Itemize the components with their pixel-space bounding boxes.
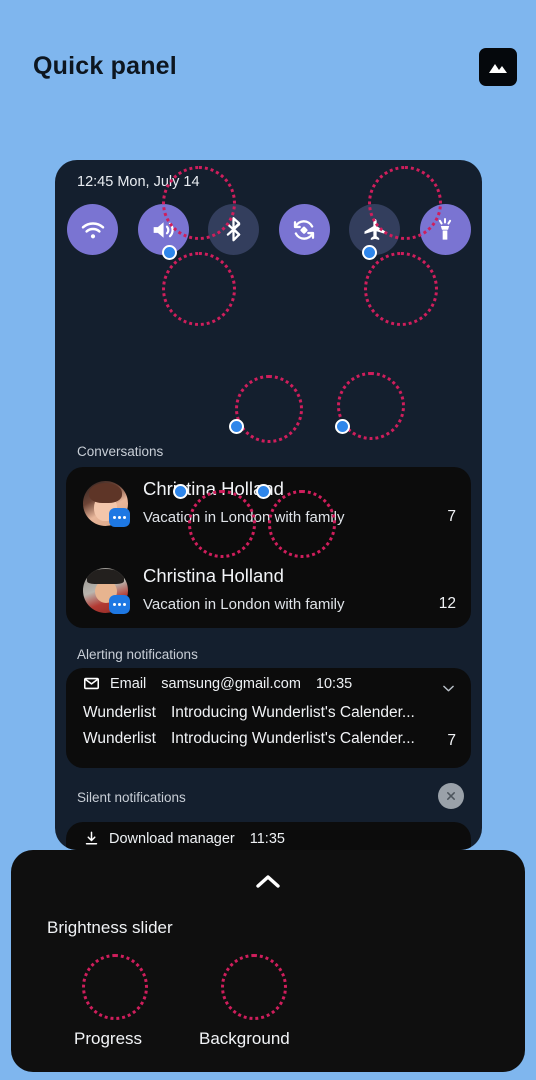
- page-header: Quick panel: [0, 0, 536, 130]
- conversation-message: Vacation in London with family: [143, 509, 345, 526]
- conversation-row[interactable]: Christina Holland Vacation in London wit…: [66, 556, 471, 636]
- alerting-row: Wunderlist Introducing Wunderlist's Cale…: [83, 704, 415, 722]
- message-badge-icon: [109, 595, 130, 614]
- silent-header: Download manager 11:35: [83, 830, 285, 847]
- alerting-row-title: Wunderlist: [83, 704, 156, 721]
- conversation-count: 7: [447, 508, 456, 525]
- wifi-icon: [81, 221, 104, 238]
- conversation-count: 12: [438, 595, 456, 612]
- auto-rotate-icon: [294, 219, 315, 240]
- caption-background: Background: [199, 1029, 290, 1048]
- section-label-conversations: Conversations: [77, 444, 164, 459]
- caption-progress: Progress: [74, 1029, 143, 1048]
- toggle-airplane-mode[interactable]: [349, 204, 401, 255]
- quick-toggle-row: [67, 204, 471, 255]
- alerting-account: samsung@gmail.com: [161, 675, 301, 692]
- conversation-message: Vacation in London with family: [143, 596, 345, 613]
- silent-notification-card[interactable]: Download manager 11:35 Members list_UDL.…: [66, 822, 471, 850]
- flashlight-icon: [439, 217, 452, 240]
- silent-app-name: Download manager: [109, 830, 235, 847]
- section-label-alerting: Alerting notifications: [77, 647, 198, 662]
- alerting-header: Email samsung@gmail.com 10:35: [83, 675, 352, 692]
- mail-icon: [83, 677, 100, 690]
- conversation-name: Christina Holland: [143, 565, 284, 586]
- avatar: [83, 481, 130, 527]
- bluetooth-icon: [226, 217, 241, 242]
- toggle-bluetooth[interactable]: [208, 204, 260, 255]
- section-label-silent: Silent notifications: [77, 790, 186, 805]
- clear-all-close-icon[interactable]: [438, 783, 464, 809]
- brightness-slider-label: Brightness slider: [47, 918, 173, 937]
- alerting-expand-chevron-down-icon[interactable]: [440, 680, 457, 702]
- conversations-card[interactable]: Christina Holland Vacation in London wit…: [66, 467, 471, 628]
- page-title: Quick panel: [33, 52, 177, 80]
- alerting-row-body: Introducing Wunderlist's Calender...: [170, 730, 415, 747]
- alerting-notification-card[interactable]: Email samsung@gmail.com 10:35 Wunderlist…: [66, 668, 471, 768]
- toggle-wifi[interactable]: [67, 204, 118, 255]
- message-badge-icon: [109, 508, 130, 527]
- conversation-name: Christina Holland: [143, 478, 284, 499]
- alerting-row-body: Introducing Wunderlist's Calender...: [170, 704, 415, 721]
- image-icon[interactable]: [479, 48, 517, 86]
- avatar: [83, 568, 130, 614]
- airplane-icon: [364, 218, 386, 240]
- toggle-flashlight[interactable]: [419, 204, 471, 255]
- alerting-app-name: Email: [110, 675, 147, 692]
- alerting-count: 7: [447, 732, 456, 749]
- alerting-time: 10:35: [315, 675, 353, 692]
- toggle-auto-rotate[interactable]: [278, 204, 330, 255]
- alerting-row-title: Wunderlist: [83, 730, 156, 747]
- collapse-chevron-up-icon[interactable]: [253, 872, 283, 897]
- download-icon: [85, 831, 98, 845]
- alerting-row: Wunderlist Introducing Wunderlist's Cale…: [83, 730, 415, 748]
- status-clock: 12:45 Mon, July 14: [77, 174, 200, 190]
- sound-icon: [153, 221, 174, 238]
- quick-panel: 12:45 Mon, July 14 Conversations Christi…: [55, 160, 482, 850]
- silent-time: 11:35: [249, 830, 285, 847]
- toggle-sound[interactable]: [137, 204, 189, 255]
- conversation-row[interactable]: Christina Holland Vacation in London wit…: [66, 469, 471, 549]
